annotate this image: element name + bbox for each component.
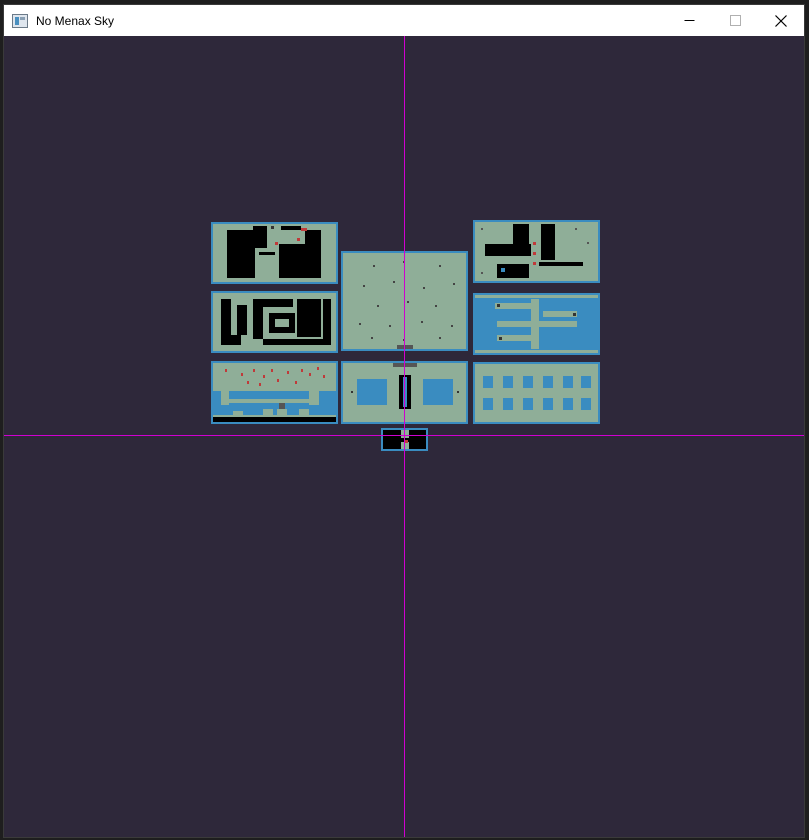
game-window: No Menax Sky xyxy=(3,4,805,838)
room-mid-left[interactable] xyxy=(211,291,338,353)
room-mid-left-tiles xyxy=(221,299,331,345)
maximize-button[interactable] xyxy=(712,5,758,36)
room-top-right-tiles xyxy=(481,224,589,278)
title-bar[interactable]: No Menax Sky xyxy=(4,5,804,36)
close-icon xyxy=(775,14,787,27)
room-mid-right[interactable] xyxy=(473,293,600,355)
room-top-left-tiles xyxy=(227,226,321,278)
window-title: No Menax Sky xyxy=(36,13,115,28)
vertical-axis-line xyxy=(404,36,405,837)
room-bottom-right[interactable] xyxy=(473,362,600,424)
room-top-left[interactable] xyxy=(211,222,338,284)
room-bottom-left[interactable] xyxy=(211,361,338,424)
close-button[interactable] xyxy=(758,5,804,36)
minimize-button[interactable] xyxy=(666,5,712,36)
room-top-right[interactable] xyxy=(473,220,600,283)
room-bottom-right-tiles xyxy=(483,376,591,410)
room-bottom-left-tiles xyxy=(213,367,336,422)
room-mid-right-tiles xyxy=(475,295,598,353)
app-icon xyxy=(12,13,28,28)
minimize-icon xyxy=(684,20,694,21)
maximize-icon xyxy=(729,15,741,26)
window-controls xyxy=(666,5,804,36)
game-canvas[interactable] xyxy=(4,36,804,837)
